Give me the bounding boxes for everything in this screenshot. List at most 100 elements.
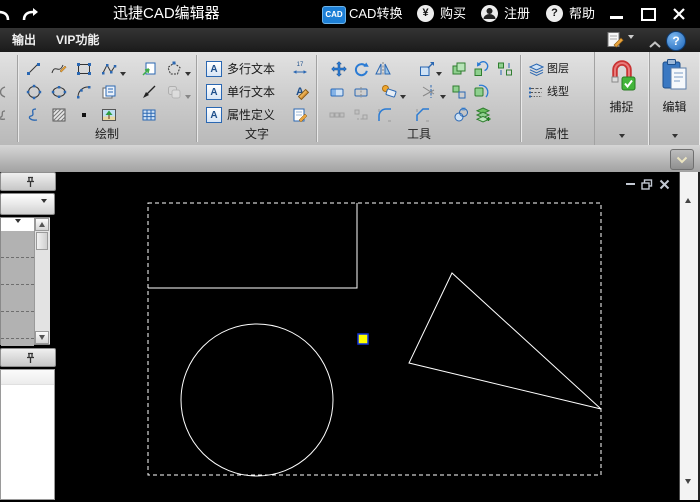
explode-button[interactable] (474, 106, 492, 124)
close-button[interactable] (672, 7, 686, 26)
image-button[interactable] (100, 106, 118, 124)
line-button[interactable] (25, 60, 43, 78)
redo-button[interactable] (21, 5, 39, 28)
line-icon (26, 61, 42, 77)
panel-combo[interactable] (0, 193, 55, 215)
undo-button[interactable] (0, 5, 11, 28)
pin-button[interactable] (25, 352, 36, 370)
singleline-text-button[interactable]: 单行文本 (227, 83, 275, 101)
drawing-canvas[interactable] (57, 172, 679, 500)
canvas-vscrollbar[interactable] (679, 172, 698, 500)
edit-document-icon (606, 31, 625, 48)
left-panel-top-bar (0, 172, 56, 191)
circle-entity[interactable] (181, 324, 333, 476)
mirror-button[interactable] (374, 60, 392, 78)
ellipse-button[interactable] (50, 83, 68, 101)
chamfer-button[interactable] (414, 106, 432, 124)
chevron-down-icon (676, 156, 688, 164)
scale-dropdown[interactable] (434, 65, 444, 83)
quick-edit-button[interactable] (606, 31, 625, 53)
polygon-dropdown[interactable] (183, 65, 193, 83)
snap-button[interactable] (608, 58, 636, 99)
minimize-button[interactable] (610, 16, 623, 19)
erase-button[interactable] (380, 83, 398, 101)
scroll-thumb[interactable] (36, 232, 48, 250)
fillet-button[interactable] (376, 106, 394, 124)
triangle-entity[interactable] (409, 273, 601, 409)
list-scrollbar[interactable] (34, 218, 50, 344)
linetype-button[interactable]: 线型 (547, 83, 569, 101)
insert-block-button[interactable] (140, 60, 158, 78)
attribute-define-button[interactable]: 属性定义 (227, 106, 275, 124)
stretch-button[interactable] (328, 83, 346, 101)
pin-button[interactable] (25, 176, 36, 194)
arc-button[interactable] (75, 83, 93, 101)
hatch-button[interactable] (50, 106, 68, 124)
edit-dropdown[interactable] (672, 134, 678, 138)
copy-button[interactable] (450, 60, 468, 78)
menu-item-output[interactable]: 输出 (12, 28, 36, 52)
edit-button[interactable] (661, 58, 689, 99)
app-title: 迅捷CAD编辑器 (113, 0, 220, 28)
table-button[interactable] (140, 106, 158, 124)
leader-button[interactable] (140, 83, 158, 101)
array-copy-button[interactable] (450, 83, 468, 101)
polyline-icon (101, 61, 117, 77)
rectangle-button[interactable] (75, 60, 93, 78)
cad-convert-button[interactable]: CAD转换 (349, 0, 402, 28)
edit-panel: 编辑 (649, 52, 700, 145)
multiline-text-button[interactable]: 多行文本 (227, 60, 275, 78)
polyline-dropdown[interactable] (118, 65, 128, 83)
help-button[interactable]: 帮助 (569, 0, 595, 28)
rotate-button[interactable] (352, 60, 370, 78)
rotate-copy-button[interactable] (472, 60, 490, 78)
linetype-row[interactable] (1, 285, 34, 312)
group-button[interactable] (452, 106, 470, 124)
erase-dropdown[interactable] (398, 88, 408, 106)
linetype-row[interactable] (1, 312, 34, 339)
rotate-icon (353, 61, 369, 77)
drawing-svg[interactable] (57, 172, 679, 500)
leader-icon (141, 84, 157, 100)
menu-item-vip[interactable]: VIP功能 (56, 28, 99, 52)
offset-button[interactable] (472, 83, 490, 101)
register-button[interactable]: 注册 (504, 0, 530, 28)
group-label-properties: 属性 (522, 125, 592, 142)
snap-dropdown[interactable] (619, 134, 625, 138)
spline-button[interactable] (50, 60, 68, 78)
edit-text-button[interactable]: A (292, 84, 308, 100)
move-button[interactable] (330, 60, 348, 78)
dimension-button[interactable]: 17 (292, 61, 308, 77)
chevron-down-icon (400, 95, 406, 99)
chevron-down-icon (440, 95, 446, 99)
scroll-up-button[interactable] (685, 181, 691, 199)
grip-point[interactable] (358, 334, 368, 344)
buy-button[interactable]: 购买 (440, 0, 466, 28)
layers-button[interactable]: 图层 (547, 60, 569, 78)
polyline-entity[interactable] (148, 203, 357, 288)
maximize-button[interactable] (641, 8, 656, 21)
trim-button[interactable] (420, 83, 438, 101)
align-button[interactable] (496, 60, 514, 78)
linetype-row[interactable] (1, 258, 34, 285)
trim-dropdown[interactable] (438, 88, 448, 106)
circle-button[interactable] (25, 83, 43, 101)
selection-marquee[interactable] (148, 203, 601, 475)
yen-icon: ¥ (417, 5, 434, 22)
point-button[interactable] (75, 106, 93, 124)
block-button[interactable] (100, 83, 118, 101)
scroll-down-button[interactable] (685, 484, 691, 502)
lengthen-button[interactable] (352, 83, 370, 101)
scroll-up-button[interactable] (35, 218, 49, 231)
scroll-down-button[interactable] (35, 331, 49, 344)
left-panel-body (0, 369, 55, 500)
help-circle-button[interactable]: ? (666, 31, 686, 51)
revision-cloud-button[interactable] (25, 106, 43, 124)
polyline-button[interactable] (100, 60, 118, 78)
polygon-button[interactable] (165, 60, 183, 78)
linetype-row[interactable] (1, 231, 34, 258)
pin-icon (25, 176, 36, 189)
edit-attribute-button[interactable] (292, 107, 308, 123)
chevron-down-icon (120, 72, 126, 76)
expand-panel-button[interactable] (670, 149, 694, 170)
